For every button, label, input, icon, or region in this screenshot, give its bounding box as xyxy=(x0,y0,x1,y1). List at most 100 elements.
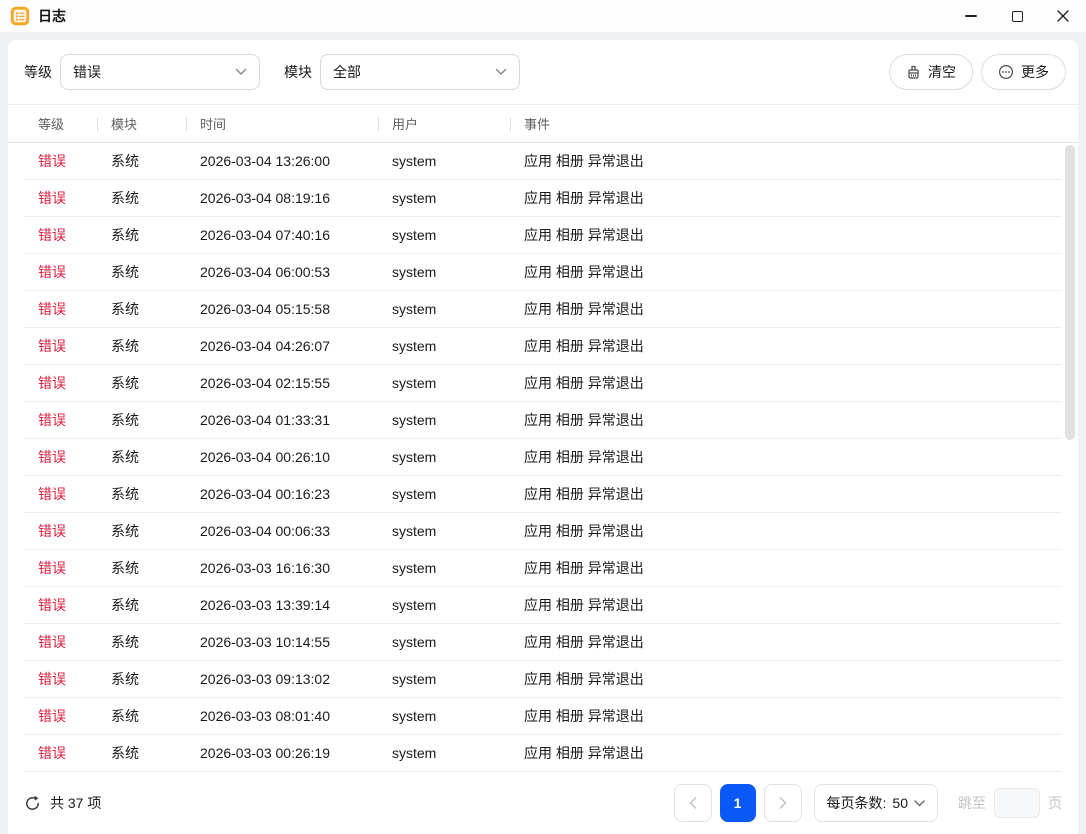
cell-time: 2026-03-04 04:26:07 xyxy=(200,338,330,354)
jump-prefix-label: 跳至 xyxy=(958,795,986,811)
column-header-event: 事件 xyxy=(510,105,1062,144)
cell-user: system xyxy=(392,375,437,391)
maximize-icon xyxy=(1011,10,1023,22)
table-row[interactable]: 错误 系统 2026-03-04 06:00:53 system 应用 相册 异… xyxy=(24,254,1062,291)
table-row[interactable]: 错误 系统 2026-03-04 00:16:23 system 应用 相册 异… xyxy=(24,476,1062,513)
cell-level: 错误 xyxy=(38,375,66,391)
table-row[interactable]: 错误 系统 2026-03-04 08:19:16 system 应用 相册 异… xyxy=(24,180,1062,217)
more-button-label: 更多 xyxy=(1021,64,1049,80)
cell-time: 2026-03-03 13:39:14 xyxy=(200,597,330,613)
module-select-value: 全部 xyxy=(333,64,361,80)
table-row[interactable]: 错误 系统 2026-03-03 16:16:30 system 应用 相册 异… xyxy=(24,550,1062,587)
cell-event: 应用 相册 异常退出 xyxy=(524,671,644,687)
cell-module: 系统 xyxy=(111,412,139,428)
cell-module: 系统 xyxy=(111,227,139,243)
table-row[interactable]: 错误 系统 2026-03-04 13:26:00 system 应用 相册 异… xyxy=(24,143,1062,180)
more-button[interactable]: 更多 xyxy=(981,54,1066,90)
chevron-down-icon xyxy=(495,68,507,75)
table-row[interactable]: 错误 系统 2026-03-04 04:26:07 system 应用 相册 异… xyxy=(24,328,1062,365)
cell-user: system xyxy=(392,560,437,576)
cell-user: system xyxy=(392,671,437,687)
ellipsis-circle-icon xyxy=(998,64,1014,80)
cell-user: system xyxy=(392,190,437,206)
cell-level: 错误 xyxy=(38,597,66,613)
cell-level: 错误 xyxy=(38,708,66,724)
cell-module: 系统 xyxy=(111,523,139,539)
cell-time: 2026-03-03 10:14:55 xyxy=(200,634,330,650)
cell-module: 系统 xyxy=(111,597,139,613)
prev-page-button[interactable] xyxy=(673,784,712,822)
column-header-module: 模块 xyxy=(97,105,186,144)
module-filter-label: 模块 xyxy=(284,64,312,80)
cell-time: 2026-03-04 01:33:31 xyxy=(200,412,330,428)
cell-level: 错误 xyxy=(38,412,66,428)
cell-user: system xyxy=(392,634,437,650)
scrollbar-thumb[interactable] xyxy=(1065,145,1075,440)
table-row[interactable]: 错误 系统 2026-03-04 00:26:10 system 应用 相册 异… xyxy=(24,439,1062,476)
cell-time: 2026-03-04 02:15:55 xyxy=(200,375,330,391)
cell-event: 应用 相册 异常退出 xyxy=(524,634,644,650)
close-button[interactable] xyxy=(1040,0,1086,32)
table-row[interactable]: 错误 系统 2026-03-04 05:15:58 system 应用 相册 异… xyxy=(24,291,1062,328)
minimize-icon xyxy=(965,15,977,17)
level-filter-label: 等级 xyxy=(24,64,52,80)
jump-page-input[interactable] xyxy=(994,788,1040,818)
cell-level: 错误 xyxy=(38,523,66,539)
jump-to-page: 跳至 页 xyxy=(958,788,1062,818)
main-panel: 等级 错误 模块 全部 清空 更多 等级 模块 时间 用户 事件 错误 系统 2… xyxy=(8,40,1078,834)
table-row[interactable]: 错误 系统 2026-03-03 10:14:55 system 应用 相册 异… xyxy=(24,624,1062,661)
refresh-button[interactable] xyxy=(24,795,41,812)
maximize-button[interactable] xyxy=(994,0,1040,32)
cell-user: system xyxy=(392,301,437,317)
cell-module: 系统 xyxy=(111,338,139,354)
cell-module: 系统 xyxy=(111,486,139,502)
table-row[interactable]: 错误 系统 2026-03-03 08:01:40 system 应用 相册 异… xyxy=(24,698,1062,735)
cell-user: system xyxy=(392,338,437,354)
cell-level: 错误 xyxy=(38,745,66,761)
close-icon xyxy=(1057,10,1069,22)
current-page-button[interactable]: 1 xyxy=(719,784,756,822)
level-select[interactable]: 错误 xyxy=(60,54,260,90)
window-title: 日志 xyxy=(38,8,66,24)
chevron-down-icon xyxy=(914,799,925,806)
cell-user: system xyxy=(392,449,437,465)
cell-time: 2026-03-03 08:01:40 xyxy=(200,708,330,724)
cell-event: 应用 相册 异常退出 xyxy=(524,227,644,243)
cell-event: 应用 相册 异常退出 xyxy=(524,412,644,428)
table-row[interactable]: 错误 系统 2026-03-04 01:33:31 system 应用 相册 异… xyxy=(24,402,1062,439)
table-header: 等级 模块 时间 用户 事件 xyxy=(8,104,1078,143)
table-row[interactable]: 错误 系统 2026-03-03 00:26:19 system 应用 相册 异… xyxy=(24,735,1062,772)
cell-module: 系统 xyxy=(111,190,139,206)
filter-bar: 等级 错误 模块 全部 清空 更多 xyxy=(8,40,1078,104)
cell-event: 应用 相册 异常退出 xyxy=(524,264,644,280)
cell-level: 错误 xyxy=(38,560,66,576)
table-row[interactable]: 错误 系统 2026-03-03 13:39:14 system 应用 相册 异… xyxy=(24,587,1062,624)
next-page-button[interactable] xyxy=(763,784,802,822)
page-size-value: 50 xyxy=(892,795,908,811)
minimize-button[interactable] xyxy=(948,0,994,32)
column-header-user: 用户 xyxy=(378,105,510,144)
app-icon xyxy=(10,6,30,26)
table-row[interactable]: 错误 系统 2026-03-04 07:40:16 system 应用 相册 异… xyxy=(24,217,1062,254)
cell-level: 错误 xyxy=(38,227,66,243)
cell-user: system xyxy=(392,264,437,280)
cell-level: 错误 xyxy=(38,190,66,206)
cell-user: system xyxy=(392,412,437,428)
table-row[interactable]: 错误 系统 2026-03-03 09:13:02 system 应用 相册 异… xyxy=(24,661,1062,698)
footer-bar: 共 37 项 1 每页条数: 50 跳至 页 xyxy=(8,772,1078,834)
cell-user: system xyxy=(392,227,437,243)
table-row[interactable]: 错误 系统 2026-03-04 00:06:33 system 应用 相册 异… xyxy=(24,513,1062,550)
module-select[interactable]: 全部 xyxy=(320,54,520,90)
page-size-select[interactable]: 每页条数: 50 xyxy=(813,784,938,822)
clear-button[interactable]: 清空 xyxy=(889,54,973,90)
chevron-down-icon xyxy=(235,68,247,75)
cell-time: 2026-03-04 05:15:58 xyxy=(200,301,330,317)
cell-user: system xyxy=(392,153,437,169)
table-row[interactable]: 错误 系统 2026-03-04 02:15:55 system 应用 相册 异… xyxy=(24,365,1062,402)
cell-user: system xyxy=(392,486,437,502)
cell-level: 错误 xyxy=(38,338,66,354)
cell-event: 应用 相册 异常退出 xyxy=(524,301,644,317)
cell-time: 2026-03-04 13:26:00 xyxy=(200,153,330,169)
log-table: 等级 模块 时间 用户 事件 错误 系统 2026-03-04 13:26:00… xyxy=(8,104,1078,772)
clear-button-label: 清空 xyxy=(928,64,956,80)
